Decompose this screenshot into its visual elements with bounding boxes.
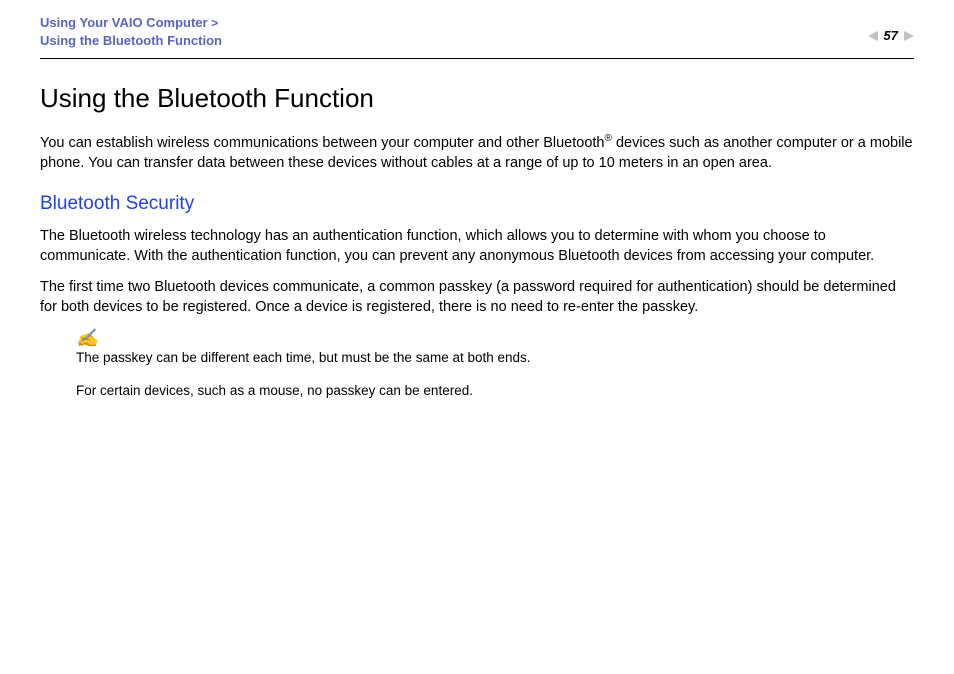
- security-paragraph-1: The Bluetooth wireless technology has an…: [40, 227, 914, 266]
- breadcrumb-section[interactable]: Using Your VAIO Computer: [40, 15, 211, 30]
- prev-page-icon[interactable]: [868, 31, 878, 41]
- chevron-right-icon: >: [211, 16, 218, 30]
- security-paragraph-2: The first time two Bluetooth devices com…: [40, 278, 914, 317]
- intro-paragraph: You can establish wireless communication…: [40, 132, 914, 173]
- note-line-1: The passkey can be different each time, …: [76, 349, 914, 367]
- note-icon: ✍: [76, 329, 914, 347]
- main-content: Using the Bluetooth Function You can est…: [0, 59, 954, 399]
- registered-mark-icon: ®: [604, 133, 611, 144]
- page-number: 57: [882, 28, 900, 43]
- note-line-2: For certain devices, such as a mouse, no…: [76, 382, 914, 400]
- next-page-icon[interactable]: [904, 31, 914, 41]
- section-heading: Bluetooth Security: [40, 191, 914, 217]
- intro-text-1: You can establish wireless communication…: [40, 135, 604, 151]
- breadcrumb: Using Your VAIO Computer > Using the Blu…: [40, 14, 222, 50]
- page-title: Using the Bluetooth Function: [40, 81, 914, 116]
- breadcrumb-current[interactable]: Using the Bluetooth Function: [40, 32, 222, 50]
- note-block: ✍ The passkey can be different each time…: [76, 329, 914, 399]
- page-header: Using Your VAIO Computer > Using the Blu…: [0, 0, 954, 58]
- page-navigation: 57: [868, 28, 914, 43]
- breadcrumb-line-1: Using Your VAIO Computer >: [40, 14, 222, 32]
